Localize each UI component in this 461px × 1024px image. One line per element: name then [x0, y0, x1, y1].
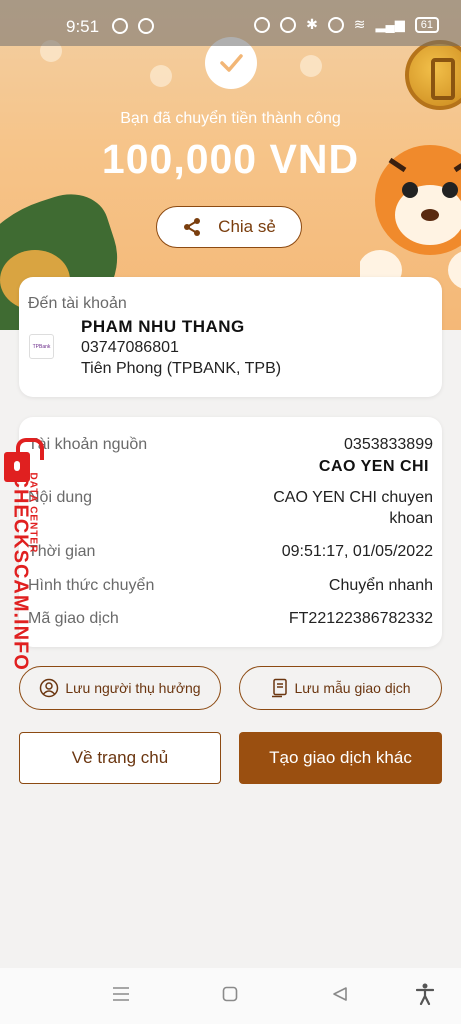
- signal-icon: ▂▄▆: [375, 16, 405, 32]
- success-message: Bạn đã chuyển tiền thành công: [120, 110, 341, 127]
- home-button[interactable]: Về trang chủ: [19, 732, 221, 784]
- system-icons: ✱ ≋ ▂▄▆ 61: [254, 16, 439, 33]
- user-circle-icon: [40, 678, 59, 698]
- notification-icons: [112, 18, 154, 34]
- transfer-amount: 100,000 VND: [101, 136, 360, 182]
- recipient-card: Đến tài khoản TPBank PHAM NHU THANG 0374…: [19, 277, 442, 397]
- share-label: Chia sẻ: [218, 217, 276, 236]
- recipient-name: PHAM NHU THANG: [81, 317, 245, 336]
- alarm-icon: [254, 16, 271, 33]
- flower-decoration: [150, 65, 172, 87]
- facebook-icon: [112, 18, 128, 34]
- checkscam-watermark: DATA CENTER CHECKSCAM.INFO: [2, 438, 50, 672]
- share-button[interactable]: Chia sẻ: [156, 206, 302, 248]
- tpbank-logo: TPBank: [29, 334, 54, 359]
- back-triangle-icon[interactable]: [332, 986, 348, 1002]
- transaction-details-card: Tài khoản nguồn 0353833899 CAO YEN CHI N…: [19, 417, 442, 647]
- new-transaction-label: Tạo giao dịch khác: [269, 748, 412, 767]
- watermark-brand: CHECKSCAM.INFO: [9, 473, 32, 671]
- messenger-icon: [138, 18, 154, 34]
- source-account-name: CAO YEN CHI: [318, 458, 429, 475]
- save-template-label: Lưu mẫu giao dịch: [294, 680, 411, 696]
- recipient-account: 03747086801: [81, 339, 179, 356]
- shield-icon: [327, 16, 344, 33]
- mute-icon: [280, 16, 297, 33]
- new-transaction-button[interactable]: Tạo giao dịch khác: [239, 732, 442, 784]
- method-value: Chuyển nhanh: [328, 577, 433, 594]
- status-bar: 9:51 ✱ ≋ ▂▄▆ 61: [0, 0, 461, 46]
- home-label: Về trang chủ: [71, 748, 169, 767]
- save-beneficiary-label: Lưu người thụ hưởng: [65, 680, 201, 696]
- share-icon: [184, 218, 201, 236]
- system-navigation-bar: [0, 968, 461, 1024]
- content-value-line2: khoan: [389, 510, 433, 527]
- status-time: 9:51: [66, 17, 100, 36]
- save-beneficiary-button[interactable]: Lưu người thụ hưởng: [19, 666, 221, 710]
- recipient-bank: Tiên Phong (TPBANK, TPB): [81, 360, 282, 377]
- transaction-id-value: FT22122386782332: [288, 610, 433, 627]
- battery-indicator: 61: [414, 16, 439, 33]
- time-value: 09:51:17, 01/05/2022: [281, 543, 433, 560]
- accessibility-icon[interactable]: [416, 983, 434, 1005]
- content-value-line1: CAO YEN CHI chuyen: [273, 489, 433, 506]
- gold-coin-illustration: [405, 40, 461, 110]
- save-template-button[interactable]: Lưu mẫu giao dịch: [239, 666, 442, 710]
- menu-icon[interactable]: [112, 986, 130, 1002]
- check-icon: [220, 54, 243, 72]
- flower-decoration: [300, 55, 322, 77]
- wifi-icon: ≋: [353, 16, 366, 32]
- source-account-number: 0353833899: [344, 436, 433, 453]
- bluetooth-icon: ✱: [306, 16, 318, 32]
- document-icon: [271, 678, 287, 698]
- home-square-icon[interactable]: [222, 986, 238, 1002]
- recipient-label: Đến tài khoản: [28, 295, 127, 312]
